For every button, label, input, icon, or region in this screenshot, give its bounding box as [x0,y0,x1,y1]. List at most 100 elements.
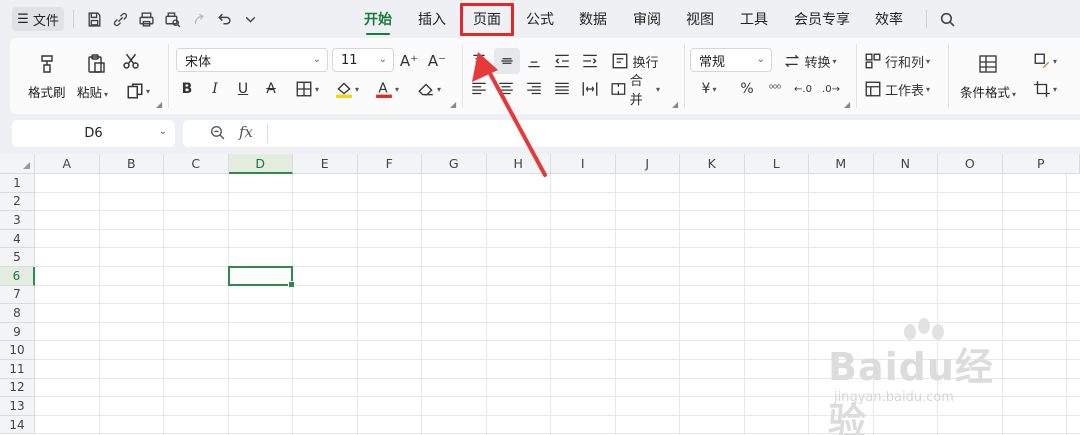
search-icon[interactable] [937,9,957,29]
align-center-button[interactable] [495,78,517,100]
column-header-d[interactable]: D [228,154,293,174]
column-header-c[interactable]: C [164,154,229,174]
tab-efficiency[interactable]: 效率 [871,9,907,29]
zoom-icon[interactable] [209,124,226,145]
conditional-format-button[interactable]: 条件格式 ▾ [960,82,1016,101]
column-header-i[interactable]: I [551,154,616,174]
decrease-decimal-button[interactable]: .0→ [820,78,842,100]
align-left-button[interactable] [468,78,490,100]
row-header-5[interactable]: 5 [0,248,35,267]
thousands-button[interactable]: ⁰⁰⁰ [764,78,786,100]
group-expand-icon[interactable]: ◢ [844,100,850,109]
chevron-down-icon[interactable] [240,9,260,29]
tab-formula[interactable]: 公式 [522,9,558,29]
increase-indent-button[interactable] [579,50,601,72]
number-format-select[interactable]: 常规 ⌄ [690,48,772,72]
increase-decimal-button[interactable]: ←.0 [792,78,814,100]
align-right-button[interactable] [523,78,545,100]
formula-input[interactable]: fx [183,120,1080,147]
increase-font-size-button[interactable]: A⁺ [398,50,420,72]
currency-button[interactable]: ¥ ▾ [694,78,724,100]
font-name-select[interactable]: 宋体 ⌄ [176,48,328,72]
convert-button[interactable]: 转换 ▾ [778,50,842,72]
decrease-indent-button[interactable] [551,50,573,72]
wrap-text-button[interactable]: 换行 [610,50,660,72]
column-header-f[interactable]: F [357,154,422,174]
tab-home[interactable]: 开始 [360,9,396,35]
distributed-align-button[interactable] [579,78,601,100]
row-header-10[interactable]: 10 [0,341,35,360]
worksheet-button[interactable]: 工作表 ▾ [864,78,940,100]
save-icon[interactable] [84,9,104,29]
row-header-2[interactable]: 2 [0,192,35,212]
print-preview-icon[interactable] [162,9,182,29]
row-header-11[interactable]: 11 [0,360,35,379]
row-header-9[interactable]: 9 [0,322,35,342]
fill-color-button[interactable]: ▾ [330,78,364,100]
row-header-8[interactable]: 8 [0,304,35,323]
font-color-button[interactable]: A ▾ [370,78,404,100]
name-box[interactable]: D6 ⌄ [12,120,175,147]
column-header-g[interactable]: G [422,154,487,174]
row-header-1[interactable]: 1 [0,174,35,193]
tab-data[interactable]: 数据 [575,9,611,29]
bold-button[interactable]: B [176,78,198,100]
underline-button[interactable]: U [232,78,254,100]
print-icon[interactable] [136,9,156,29]
conditional-format-icon[interactable] [974,50,1002,78]
column-header-h[interactable]: H [486,154,551,174]
row-header-13[interactable]: 13 [0,397,35,416]
column-header-o[interactable]: O [938,154,1003,174]
function-icon[interactable]: fx [239,123,253,141]
cut-icon[interactable] [120,50,142,72]
active-cell-d6[interactable] [227,266,295,288]
column-header-p[interactable]: P [1002,154,1080,174]
cell-style-button[interactable]: ▾ [1028,50,1062,72]
tab-insert[interactable]: 插入 [414,9,450,29]
font-size-select[interactable]: 11 ⌄ [332,48,394,72]
format-painter-icon[interactable] [34,50,62,78]
tab-tools[interactable]: 工具 [736,9,772,29]
row-header-3[interactable]: 3 [0,211,35,230]
paste-icon[interactable] [82,50,110,78]
row-header-12[interactable]: 12 [0,378,35,398]
file-menu-button[interactable]: ☰ 文件 [12,7,64,31]
row-header-4[interactable]: 4 [0,229,35,249]
percent-button[interactable]: % [736,78,758,100]
border-button[interactable]: ▾ [290,78,324,100]
tab-member[interactable]: 会员专享 [790,9,854,29]
column-header-b[interactable]: B [99,154,164,174]
clear-format-button[interactable]: ▾ [412,78,446,100]
column-header-n[interactable]: N [873,154,938,174]
column-header-k[interactable]: K [680,154,745,174]
strikethrough-button[interactable]: A [260,78,282,100]
align-middle-button[interactable] [494,48,520,74]
column-header-l[interactable]: L [744,154,809,174]
format-painter-label[interactable]: 格式刷 [28,82,66,101]
paste-button[interactable]: 粘贴 ▾ [77,82,108,101]
justify-button[interactable] [551,78,573,100]
align-bottom-button[interactable] [523,50,545,72]
tab-view[interactable]: 视图 [682,9,718,29]
italic-button[interactable]: I [204,78,226,100]
group-expand-icon[interactable]: ◢ [156,100,162,109]
crop-button[interactable]: ▾ [1028,78,1062,100]
column-header-a[interactable]: A [35,154,100,174]
merge-button[interactable]: 合并 ▾ [610,74,660,108]
group-expand-icon[interactable]: ◢ [450,100,456,109]
rows-cols-button[interactable]: 行和列 ▾ [864,50,940,72]
tab-review[interactable]: 审阅 [629,9,665,29]
row-header-6[interactable]: 6 [0,267,35,286]
decrease-font-size-button[interactable]: A⁻ [426,50,448,72]
column-header-e[interactable]: E [293,154,358,174]
select-all-corner[interactable] [0,154,35,174]
row-header-7[interactable]: 7 [0,285,35,305]
align-top-button[interactable] [468,50,490,72]
column-header-j[interactable]: J [615,154,680,174]
group-expand-icon[interactable]: ◢ [672,100,678,109]
row-header-14[interactable]: 14 [0,415,35,435]
spreadsheet-grid[interactable]: ABCDEFGHIJKLMNOP 1 2 3 4 5 6 7 8 9 10 11 12 13 14 [0,154,1080,435]
column-header-m[interactable]: M [809,154,874,174]
undo-icon[interactable] [214,9,234,29]
share-link-icon[interactable] [110,9,130,29]
